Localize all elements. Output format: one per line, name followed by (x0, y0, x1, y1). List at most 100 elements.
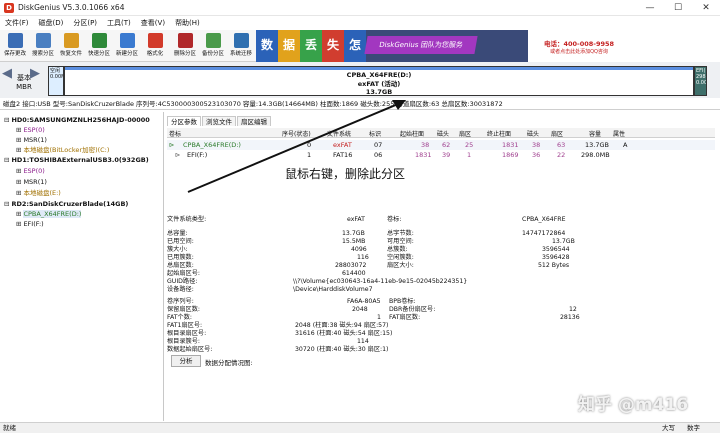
column-header[interactable]: 起始柱面 (400, 129, 424, 138)
detail-label: 文件系统类型: (167, 216, 207, 223)
partition-block-efi[interactable]: EFI(F:) 298 0.00 (694, 66, 707, 96)
expand-toggle-icon[interactable]: ⊞ (16, 167, 21, 175)
banner-chars: 数 据 丢 失 怎 (256, 30, 366, 62)
minimize-button[interactable]: — (636, 0, 664, 16)
tree-partition[interactable]: ⊞ MSR(1) (16, 136, 47, 145)
tab-browse-files[interactable]: 浏览文件 (202, 116, 236, 126)
tree-partition[interactable]: ⊞ MSR(1) (16, 178, 47, 187)
delete-partition-button[interactable]: 删除分区 (172, 32, 198, 60)
menu-tools[interactable]: 工具(T) (102, 18, 136, 28)
detail-label: 已用空间: (167, 238, 194, 245)
ad-banner[interactable]: 数 据 丢 失 怎 DiskGenius 团队为您服务 (256, 30, 528, 62)
expand-toggle-icon[interactable]: ⊞ (16, 220, 21, 228)
qq-contact-link[interactable]: 或者点击此处添加QQ咨询 (528, 48, 630, 55)
column-header[interactable]: 卷标 (169, 129, 181, 138)
column-header[interactable]: 扇区 (459, 129, 471, 138)
expand-toggle-icon[interactable]: ⊞ (16, 189, 21, 197)
save-button[interactable]: 保存更改 (2, 32, 28, 60)
expand-toggle-icon[interactable]: ⊞ (16, 126, 21, 134)
detail-label: 簇大小: (167, 246, 188, 253)
tree-partition-selected[interactable]: ⊞ CPBA_X64FRE(D:) (16, 210, 82, 219)
tree-partition-label: 本地磁盘(BitLocker加密)(C:) (23, 146, 110, 154)
status-text: 就绪 (3, 424, 16, 432)
partition-block-cpba[interactable]: CPBA_X64FRE(D:) exFAT (活动) 13.7GB (64, 66, 694, 96)
menu-disk[interactable]: 磁盘(D) (34, 18, 69, 28)
menu-file[interactable]: 文件(F) (0, 18, 34, 28)
detail-value: 114 (357, 338, 369, 345)
new-partition-button[interactable]: 新建分区 (114, 32, 140, 60)
table-cell: A (623, 141, 628, 149)
tree-partition-label: EFI(F:) (23, 220, 44, 228)
detail-value: exFAT (347, 216, 365, 223)
menu-partition[interactable]: 分区(P) (68, 18, 102, 28)
table-row[interactable]: ⊳ EFI(F:) 1 FAT16 06 1831 39 1 1869 36 2… (167, 150, 715, 160)
prev-disk-arrow-icon[interactable]: ◀ (2, 66, 12, 81)
column-header[interactable]: 磁头 (437, 129, 449, 138)
menu-view[interactable]: 查看(V) (136, 18, 170, 28)
free-space-block[interactable]: 空闲 0.00MB (48, 66, 64, 96)
expand-toggle-icon[interactable]: ⊞ (16, 146, 21, 154)
disk-info-bar: 磁盘2 接口:USB 型号:SanDiskCruzerBlade 序列号:4C5… (0, 99, 720, 110)
recover-files-button[interactable]: 恢复文件 (58, 32, 84, 60)
column-header[interactable]: 文件系统 (327, 129, 351, 138)
tree-partition[interactable]: ⊞ ESP(0) (16, 167, 45, 176)
quick-partition-button[interactable]: 快速分区 (86, 32, 112, 60)
tree-disk-rd2[interactable]: ⊟ RD2:SanDiskCruzerBlade(14GB) (4, 200, 128, 209)
detail-value: 4096 (351, 246, 367, 253)
format-button[interactable]: 格式化 (142, 32, 168, 60)
tree-disk-hd1[interactable]: ⊟ HD1:TOSHIBAExternalUSB3.0(932GB) (4, 156, 149, 165)
table-cell: 36 (532, 151, 541, 159)
tree-disk-hd0[interactable]: ⊟ HD0:SAMSUNGMZNLH256HAJD-00000 (4, 116, 150, 125)
system-migration-button[interactable]: 系统迁移 (228, 32, 254, 60)
maximize-button[interactable]: ☐ (664, 0, 692, 16)
detail-value: 512 Bytes (538, 262, 570, 269)
column-header[interactable]: 磁头 (527, 129, 539, 138)
detail-label: 起始扇区号: (167, 270, 201, 277)
tab-partition-params[interactable]: 分区参数 (167, 116, 201, 126)
tree-disk-label: HD0:SAMSUNGMZNLH256HAJD-00000 (11, 116, 150, 124)
collapse-toggle-icon[interactable]: ⊟ (4, 116, 9, 124)
expand-toggle-icon[interactable]: ⊞ (16, 136, 21, 144)
backup-partition-icon (205, 33, 221, 48)
next-disk-arrow-icon[interactable]: ▶ (30, 66, 40, 81)
tree-partition[interactable]: ⊞ 本地磁盘(BitLocker加密)(C:) (16, 146, 109, 155)
detail-value: 2048 (柱面:38 磁头:94 扇区:57) (295, 322, 389, 329)
analyze-button[interactable]: 分析 (171, 355, 201, 367)
column-header[interactable]: 终止柱面 (487, 129, 511, 138)
tree-partition[interactable]: ⊞ 本地磁盘(E:) (16, 189, 61, 198)
tree-partition[interactable]: ⊞ ESP(0) (16, 126, 45, 135)
backup-partition-button[interactable]: 备份分区 (200, 32, 226, 60)
search-partition-button[interactable]: 搜索分区 (30, 32, 56, 60)
tree-partition-label: ESP(0) (23, 167, 45, 175)
banner-char: 数 (256, 30, 278, 62)
expand-toggle-icon[interactable]: ⊞ (16, 210, 21, 218)
detail-value: FA6A-80A5 (347, 298, 381, 305)
detail-label: 总扇区数: (167, 262, 194, 269)
tree-partition[interactable]: ⊞ EFI(F:) (16, 220, 44, 229)
table-cell: 1831 (502, 141, 519, 149)
column-header[interactable]: 标识 (369, 129, 381, 138)
column-header[interactable]: 序号(状态) (282, 129, 311, 138)
column-header[interactable]: 属性 (613, 129, 625, 138)
tree-partition-label: MSR(1) (23, 136, 47, 144)
close-button[interactable]: ✕ (692, 0, 720, 16)
column-header[interactable]: 容量 (589, 129, 601, 138)
table-cell: CPBA_X64FRE(D:) (183, 141, 241, 149)
tab-sector-editor[interactable]: 扇区编辑 (237, 116, 271, 126)
contact-area[interactable]: 电话：400-008-9958 或者点击此处添加QQ咨询 (528, 30, 720, 62)
expand-toggle-icon[interactable]: ⊞ (16, 178, 21, 186)
collapse-toggle-icon[interactable]: ⊟ (4, 200, 9, 208)
column-header[interactable]: 扇区 (551, 129, 563, 138)
table-row[interactable]: ⊳ CPBA_X64FRE(D:) 0 exFAT 07 38 62 25 18… (167, 140, 715, 150)
menu-help[interactable]: 帮助(H) (170, 18, 205, 28)
detail-label: 根目录簇号: (167, 338, 201, 345)
recover-files-icon (63, 33, 79, 48)
table-cell: 1831 (415, 151, 432, 159)
format-icon (147, 33, 163, 48)
num-lock-indicator: 数字 (687, 424, 700, 432)
collapse-toggle-icon[interactable]: ⊟ (4, 156, 9, 164)
banner-char: 丢 (300, 30, 322, 62)
window-title: DiskGenius V5.3.0.1066 x64 (18, 3, 125, 12)
annotation-text: 鼠标右键，删除此分区 (285, 167, 406, 181)
tab-bar: 分区参数 浏览文件 扇区编辑 (167, 116, 272, 126)
